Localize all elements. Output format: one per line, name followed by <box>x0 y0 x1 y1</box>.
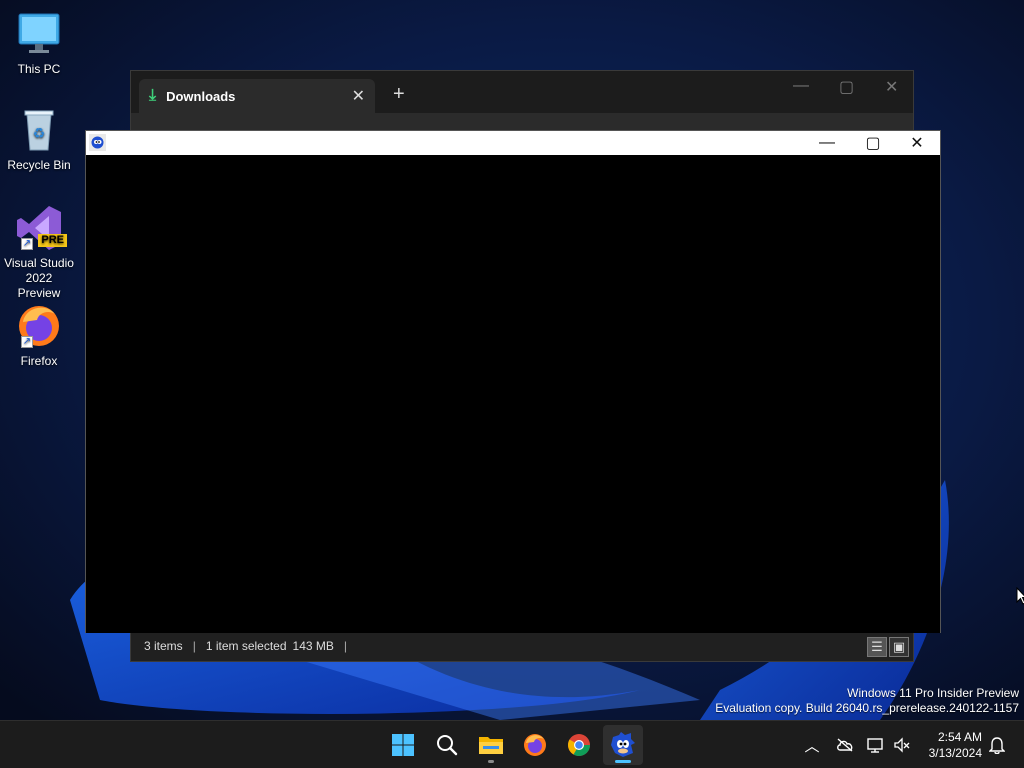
details-view-button[interactable]: ☰ <box>867 637 887 657</box>
firefox-icon <box>524 734 546 756</box>
desktop-icon-firefox[interactable]: ↗ Firefox <box>4 302 74 369</box>
desktop-icon-label: This PC <box>17 62 61 76</box>
tab-close-icon[interactable]: ✕ <box>352 86 365 106</box>
explorer-close-button[interactable]: ✕ <box>885 77 898 97</box>
file-explorer-icon <box>479 737 503 754</box>
status-separator: | <box>192 639 196 653</box>
search-button[interactable] <box>427 725 467 765</box>
desktop-icon-label: Recycle Bin <box>7 158 71 172</box>
network-icon <box>867 738 883 753</box>
clock-date: 3/13/2024 <box>928 746 982 760</box>
active-indicator <box>615 760 631 763</box>
svg-text:♻: ♻ <box>33 126 46 142</box>
volume-muted-icon <box>894 737 910 753</box>
show-hidden-icons-button[interactable]: ︿ <box>800 721 824 768</box>
preview-badge: PRE <box>38 234 67 247</box>
download-icon: ⤓ <box>149 87 157 104</box>
volume-status[interactable] <box>890 721 914 768</box>
desktop-icon-label: Firefox <box>20 354 58 368</box>
cloud-offline-icon <box>837 738 853 752</box>
shortcut-arrow-icon: ↗ <box>21 336 33 348</box>
network-status[interactable] <box>864 721 888 768</box>
desktop-icon-recycle-bin[interactable]: ♻ Recycle Bin <box>4 106 74 173</box>
watermark-edition: Windows 11 Pro Insider Preview <box>847 686 1019 700</box>
search-icon <box>437 735 458 756</box>
taskbar-chrome[interactable] <box>559 725 599 765</box>
recycle-bin-icon: ♻ <box>15 106 63 154</box>
sonic-icon <box>611 732 635 757</box>
clock-time: 2:54 AM <box>937 730 982 744</box>
tiles-view-button[interactable]: ▣ <box>889 637 909 657</box>
explorer-minimize-button[interactable]: — <box>793 77 809 95</box>
taskbar-firefox[interactable] <box>515 725 555 765</box>
mouse-cursor-icon <box>1016 587 1024 605</box>
desktop-icon-visual-studio[interactable]: PRE ↗ Visual Studio 2022 Preview <box>4 204 74 301</box>
clock[interactable]: 2:54 AM 3/13/2024 <box>929 729 982 761</box>
explorer-tabstrip: ⤓ Downloads ✕ + — ▢ ✕ <box>131 71 913 113</box>
game-canvas[interactable] <box>86 155 940 633</box>
explorer-maximize-button[interactable]: ▢ <box>839 77 854 97</box>
watermark-build: Evaluation copy. Build 26040.rs_prerelea… <box>715 701 1019 715</box>
new-tab-button[interactable]: + <box>393 83 405 106</box>
firefox-icon: ↗ <box>15 302 63 350</box>
taskbar-file-explorer[interactable] <box>471 725 511 765</box>
shortcut-arrow-icon: ↗ <box>21 238 33 250</box>
start-icon <box>392 734 414 756</box>
start-button[interactable] <box>383 725 423 765</box>
evaluation-watermark: Windows 11 Pro Insider Preview Evaluatio… <box>715 686 1019 716</box>
selection-size: 143 MB <box>292 639 334 653</box>
desktop-icon-this-pc[interactable]: This PC <box>4 10 74 77</box>
tab-label: Downloads <box>166 88 236 104</box>
sonic-icon <box>89 134 106 151</box>
visual-studio-icon: PRE ↗ <box>15 204 67 252</box>
chevron-up-icon: ︿ <box>804 737 820 755</box>
taskbar-sonic[interactable] <box>603 725 643 765</box>
close-button[interactable]: ✕ <box>894 131 940 155</box>
maximize-button[interactable]: ▢ <box>850 131 896 155</box>
game-window[interactable]: — ▢ ✕ <box>85 130 941 633</box>
game-window-titlebar[interactable]: — ▢ ✕ <box>86 131 940 155</box>
status-separator: | <box>343 639 348 653</box>
desktop-icon-label: Visual Studio 2022 Preview <box>4 256 74 300</box>
explorer-status-bar: 3 items | 1 item selected 143 MB | ☰ ▣ <box>131 631 913 661</box>
bell-icon <box>989 737 1005 754</box>
taskbar: ︿ 2:54 AM 3/13/2024 <box>0 720 1024 768</box>
minimize-button[interactable]: — <box>804 131 850 155</box>
tab-downloads[interactable]: ⤓ Downloads ✕ <box>139 79 375 113</box>
onedrive-status[interactable] <box>832 721 858 768</box>
running-indicator <box>488 760 494 763</box>
selection-count: 1 item selected <box>205 639 287 653</box>
chrome-icon <box>568 734 590 756</box>
monitor-icon <box>15 10 63 58</box>
item-count: 3 items <box>144 639 183 653</box>
notifications-button[interactable] <box>986 721 1008 768</box>
